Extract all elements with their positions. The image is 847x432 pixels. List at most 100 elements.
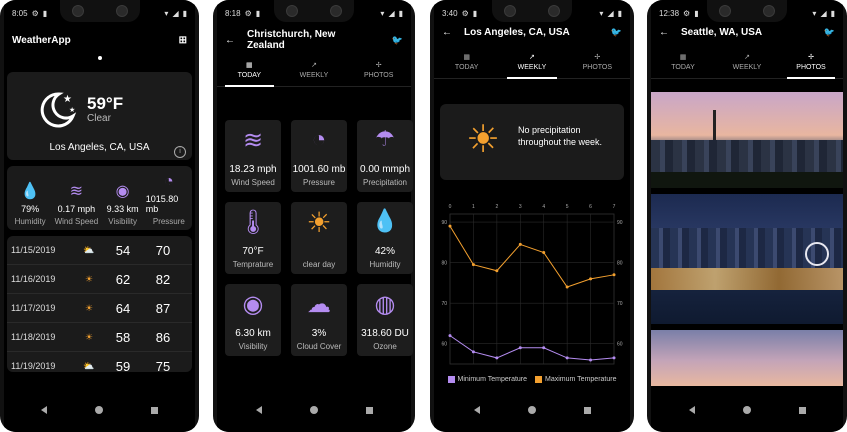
- legend-label: Maximum Temperature: [545, 376, 617, 383]
- twitter-icon[interactable]: 🐦: [824, 27, 835, 38]
- tab-bar: ▦ TODAY ↗ WEEKLY ✢ PHOTOS: [217, 54, 411, 87]
- wind-icon: ≋: [69, 183, 84, 200]
- forecast-high: 75: [155, 358, 171, 373]
- legend-max: Maximum Temperature: [535, 376, 616, 383]
- app-title: WeatherApp: [12, 34, 71, 46]
- tab-photos[interactable]: ✢ PHOTOS: [779, 46, 843, 79]
- back-icon[interactable]: [688, 406, 695, 414]
- notch: [707, 0, 787, 22]
- tile-label: Precipitation: [362, 178, 408, 187]
- page-indicator-dot: [97, 56, 102, 60]
- thermometer-icon: 🌡: [237, 209, 269, 236]
- legend-swatch-min: [447, 376, 455, 383]
- home-icon[interactable]: [527, 406, 536, 414]
- screen: 12:38 ⚙ ▮ ▾ ◢ ▮ ← Seattle, WA, USA 🐦 ▦ TODAY …: [651, 0, 843, 432]
- notch: [274, 0, 354, 22]
- forecast-row[interactable]: 11/19/2019 ⛅ 59 75: [7, 352, 192, 373]
- wifi-icon: ▾: [164, 8, 169, 18]
- chart-legend: Minimum Temperature Maximum Temperature: [434, 376, 630, 383]
- phone-today-screen: 8:18 ⚙ ▮ ▾ ◢ ▮ ← Christchurch, New Zealand 🐦…: [213, 0, 415, 432]
- tile-label: Visibility: [238, 342, 268, 351]
- screen: 8:05 ⚙ ▮ ▾ ◢ ▮ WeatherApp ⊞ ★ ★ 59°F Clear L…: [4, 0, 195, 432]
- droplet-percent-icon: 💧: [371, 208, 399, 233]
- forecast-row[interactable]: 11/15/2019 ⛅ 54 70: [7, 236, 192, 265]
- partly-cloudy-icon: ⛅: [83, 360, 95, 371]
- current-weather-card[interactable]: ★ ★ 59°F Clear Los Angeles, CA, USA i: [7, 72, 192, 160]
- y-tick-label-left: 80: [441, 261, 447, 267]
- twitter-icon[interactable]: 🐦: [611, 27, 622, 38]
- forecast-row[interactable]: 11/18/2019 ☀ 58 86: [7, 323, 192, 352]
- series-line-min: [449, 335, 615, 361]
- seattle-skyline-photo[interactable]: [651, 92, 843, 188]
- forecast-high: 86: [155, 329, 171, 345]
- forecast-low: 62: [115, 271, 131, 287]
- seattle-waterfront-photo[interactable]: [651, 194, 843, 324]
- sun-icon: ☀: [466, 119, 501, 161]
- stat-label: Pressure: [152, 217, 185, 226]
- legend-label: Minimum Temperature: [457, 376, 528, 383]
- wifi-icon: ▾: [812, 8, 817, 18]
- x-tick-label: 0: [449, 204, 452, 210]
- home-icon[interactable]: [309, 406, 318, 414]
- recents-icon[interactable]: [151, 406, 158, 414]
- recents-icon[interactable]: [798, 406, 806, 414]
- back-arrow-icon[interactable]: ←: [442, 27, 452, 38]
- sd-icon: ▮: [694, 8, 699, 18]
- info-icon[interactable]: i: [174, 146, 186, 158]
- data-point-max: [448, 224, 452, 228]
- sun-icon: ☀: [84, 273, 94, 284]
- forecast-high: 70: [155, 242, 171, 258]
- data-point-max: [471, 263, 475, 267]
- tile-label: Humidity: [369, 260, 401, 269]
- tab-label: TODAY: [454, 64, 479, 71]
- forecast-row[interactable]: 11/16/2019 ☀ 62 82: [7, 265, 192, 294]
- x-tick-label: 3: [519, 204, 522, 210]
- tab-photos[interactable]: ✢ PHOTOS: [346, 54, 411, 86]
- status-time: 3:40: [442, 8, 458, 18]
- seattle-sunset-photo[interactable]: [651, 330, 843, 386]
- stat-value: 0.17 mph: [57, 204, 96, 214]
- current-temp: 59°F: [87, 94, 124, 113]
- location-label: Los Angeles, CA, USA: [49, 142, 150, 153]
- recents-icon[interactable]: [583, 406, 591, 414]
- stat-pressure: ◔ 1015.80 mb Pressure: [146, 166, 192, 230]
- ferris-wheel-shape: [805, 242, 829, 266]
- tab-today[interactable]: ▦ TODAY: [651, 46, 715, 78]
- map-icon[interactable]: ⊞: [179, 35, 187, 46]
- tile-pressure: ◔ 1001.60 mb Pressure: [291, 120, 347, 192]
- tab-weekly[interactable]: ↗ WEEKLY: [499, 46, 564, 79]
- x-tick-label: 6: [589, 204, 592, 210]
- settings-icon: ⚙: [461, 8, 469, 18]
- forecast-date: 11/16/2019: [11, 274, 56, 284]
- stat-humidity: 💧 79% Humidity: [7, 166, 53, 230]
- recents-icon[interactable]: [365, 406, 373, 414]
- twitter-icon[interactable]: 🐦: [392, 35, 403, 46]
- data-point-min: [542, 346, 546, 350]
- pinwheel-icon: ✢: [594, 54, 601, 61]
- home-icon[interactable]: [742, 406, 751, 414]
- stat-value: 9.33 km: [106, 204, 139, 214]
- home-icon[interactable]: [95, 406, 103, 414]
- status-time: 8:18: [225, 8, 241, 18]
- camera: [548, 5, 560, 17]
- tile-value: 3%: [311, 328, 327, 339]
- moon-stars-icon: ★ ★: [40, 92, 77, 128]
- pier-lights-shape: [651, 268, 843, 290]
- x-tick-label: 7: [613, 204, 616, 210]
- y-tick-label-left: 90: [441, 220, 447, 226]
- back-icon[interactable]: [473, 406, 480, 414]
- back-arrow-icon[interactable]: ←: [225, 35, 235, 46]
- eye-icon: ◉: [115, 183, 130, 200]
- y-tick-label-left: 60: [441, 342, 447, 348]
- forecast-row[interactable]: 11/17/2019 ☀ 64 87: [7, 294, 192, 323]
- back-icon[interactable]: [41, 406, 47, 414]
- tab-photos[interactable]: ✢ PHOTOS: [565, 46, 630, 78]
- back-icon[interactable]: [255, 406, 262, 414]
- tab-today[interactable]: ▦ TODAY: [217, 54, 282, 87]
- tab-weekly[interactable]: ↗ WEEKLY: [715, 46, 779, 78]
- battery-icon: ▮: [398, 8, 403, 18]
- tab-today[interactable]: ▦ TODAY: [434, 46, 499, 78]
- calendar-icon: ▦: [679, 54, 687, 61]
- back-arrow-icon[interactable]: ←: [659, 27, 669, 38]
- tab-weekly[interactable]: ↗ WEEKLY: [282, 54, 347, 86]
